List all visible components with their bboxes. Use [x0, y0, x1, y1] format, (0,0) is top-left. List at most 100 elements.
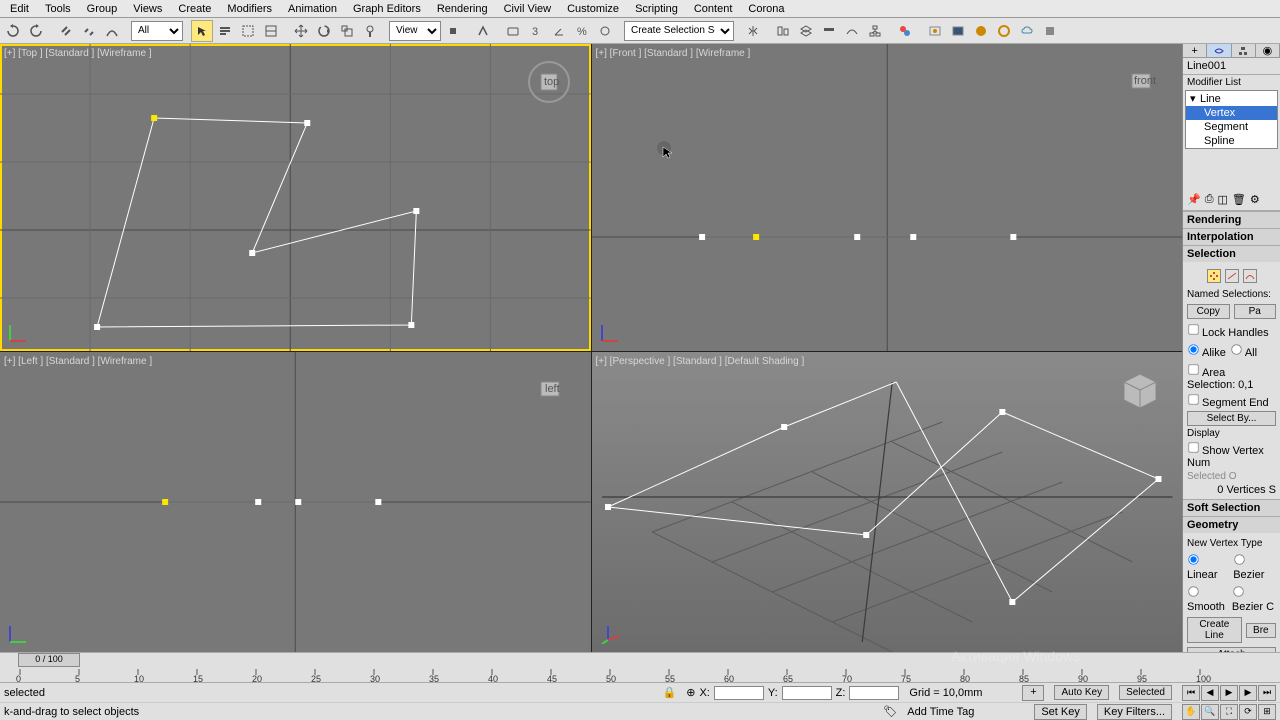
viewport-left[interactable]: [+] [Left ] [Standard ] [Wireframe ] lef… — [0, 352, 591, 652]
select-region-icon[interactable] — [237, 20, 259, 42]
area-selection-checkbox[interactable]: Area Selection: 0,1 — [1187, 363, 1276, 391]
modify-tab-icon[interactable] — [1207, 44, 1231, 57]
render-production-icon[interactable] — [970, 20, 992, 42]
render-last-icon[interactable] — [1039, 20, 1061, 42]
menu-corona[interactable]: Corona — [740, 1, 792, 17]
select-object-icon[interactable] — [191, 20, 213, 42]
undo-icon[interactable] — [2, 20, 24, 42]
viewcube-icon[interactable]: top — [527, 60, 571, 104]
schematic-view-icon[interactable] — [864, 20, 886, 42]
select-by-button[interactable]: Select By... — [1187, 411, 1276, 426]
timeline-ruler[interactable]: 0510152025303540455055606570758085909510… — [0, 669, 1280, 683]
time-slider[interactable]: 0 / 100 — [18, 653, 80, 667]
next-frame-icon[interactable]: ▶ — [1239, 685, 1257, 701]
key-filters-button[interactable]: Key Filters... — [1097, 704, 1172, 720]
rollout-geometry[interactable]: Geometry — [1183, 517, 1280, 533]
smooth-radio[interactable]: Smooth — [1187, 585, 1228, 613]
select-move-icon[interactable] — [290, 20, 312, 42]
menu-customize[interactable]: Customize — [559, 1, 627, 17]
lock-handles-checkbox[interactable]: Lock Handles — [1187, 323, 1276, 339]
menu-graph-editors[interactable]: Graph Editors — [345, 1, 429, 17]
hierarchy-tab-icon[interactable] — [1232, 44, 1256, 57]
auto-key-button[interactable]: Auto Key — [1054, 685, 1109, 700]
snap-toggle-icon[interactable]: 3 — [525, 20, 547, 42]
create-tab-icon[interactable]: + — [1183, 44, 1207, 57]
rollout-interpolation[interactable]: Interpolation — [1183, 229, 1280, 245]
named-selection-dropdown[interactable]: Create Selection Se — [624, 21, 734, 41]
viewport-persp-label[interactable]: [+] [Perspective ] [Standard ] [Default … — [596, 356, 805, 367]
stack-spline[interactable]: Spline — [1186, 134, 1277, 148]
segment-end-checkbox[interactable]: Segment End — [1187, 393, 1276, 409]
viewport-front[interactable]: [+] [Front ] [Standard ] [Wireframe ] fr… — [592, 44, 1183, 351]
viewport-front-label[interactable]: [+] [Front ] [Standard ] [Wireframe ] — [596, 48, 751, 59]
coord-mode-icon[interactable]: ⊕ — [686, 686, 695, 699]
menu-rendering[interactable]: Rendering — [429, 1, 496, 17]
goto-end-icon[interactable]: ⏭ — [1258, 685, 1276, 701]
menu-edit[interactable]: Edit — [2, 1, 37, 17]
menu-scripting[interactable]: Scripting — [627, 1, 686, 17]
select-by-name-icon[interactable] — [214, 20, 236, 42]
spinner-snap-icon[interactable] — [594, 20, 616, 42]
all-radio[interactable]: All — [1230, 343, 1257, 359]
viewcube-icon[interactable] — [1118, 368, 1162, 412]
render-setup-icon[interactable] — [924, 20, 946, 42]
segment-subobj-icon[interactable] — [1225, 269, 1239, 283]
align-icon[interactable] — [772, 20, 794, 42]
linear-radio[interactable]: Linear — [1187, 553, 1229, 581]
use-center-icon[interactable] — [442, 20, 464, 42]
ribbon-toggle-icon[interactable] — [818, 20, 840, 42]
viewcube-icon[interactable]: left — [527, 368, 571, 412]
select-place-icon[interactable] — [359, 20, 381, 42]
viewport-top[interactable]: [+] [Top ] [Standard ] [Wireframe ] — [0, 44, 591, 351]
menu-views[interactable]: Views — [125, 1, 170, 17]
select-scale-icon[interactable] — [336, 20, 358, 42]
stack-segment[interactable]: Segment — [1186, 120, 1277, 134]
bind-icon[interactable] — [101, 20, 123, 42]
remove-modifier-icon[interactable]: 🗑 — [1232, 193, 1246, 206]
set-key-button[interactable]: Set Key — [1034, 704, 1087, 720]
paste-selection-button[interactable]: Pa — [1234, 304, 1277, 319]
select-manipulate-icon[interactable] — [472, 20, 494, 42]
redo-icon[interactable] — [25, 20, 47, 42]
orbit-icon[interactable]: ⟳ — [1239, 704, 1257, 720]
viewport-top-label[interactable]: [+] [Top ] [Standard ] [Wireframe ] — [4, 48, 152, 59]
viewcube-icon[interactable]: front — [1118, 60, 1162, 104]
show-end-result-icon[interactable]: ⎙ — [1205, 193, 1214, 206]
stack-line[interactable]: ▾Line — [1186, 91, 1277, 106]
link-icon[interactable] — [55, 20, 77, 42]
time-tag-icon[interactable]: 🏷 — [883, 705, 897, 718]
menu-animation[interactable]: Animation — [280, 1, 345, 17]
maximize-viewport-icon[interactable]: ⊞ — [1258, 704, 1276, 720]
show-vertex-num-checkbox[interactable]: Show Vertex Num — [1187, 441, 1276, 469]
rollout-soft-selection[interactable]: Soft Selection — [1183, 500, 1280, 516]
pan-view-icon[interactable]: ✋ — [1182, 704, 1200, 720]
copy-selection-button[interactable]: Copy — [1187, 304, 1230, 319]
viewport-perspective[interactable]: [+] [Perspective ] [Standard ] [Default … — [592, 352, 1183, 652]
ref-coord-dropdown[interactable]: View — [389, 21, 441, 41]
curve-editor-icon[interactable] — [841, 20, 863, 42]
render-iterative-icon[interactable] — [993, 20, 1015, 42]
object-name-field[interactable]: Line001 — [1183, 58, 1280, 75]
rollout-rendering[interactable]: Rendering — [1183, 212, 1280, 228]
unlink-icon[interactable] — [78, 20, 100, 42]
set-key-big-icon[interactable]: + — [1022, 685, 1044, 701]
select-rotate-icon[interactable] — [313, 20, 335, 42]
play-icon[interactable]: ▶ — [1220, 685, 1238, 701]
prev-frame-icon[interactable]: ◀ — [1201, 685, 1219, 701]
rendered-frame-icon[interactable] — [947, 20, 969, 42]
selection-filter-dropdown[interactable]: All — [131, 21, 183, 41]
timeline[interactable]: 0 / 100 05101520253035404550556065707580… — [0, 652, 1280, 682]
mirror-icon[interactable] — [742, 20, 764, 42]
menu-group[interactable]: Group — [79, 1, 126, 17]
pin-stack-icon[interactable]: 📌 — [1187, 193, 1201, 206]
viewport-left-label[interactable]: [+] [Left ] [Standard ] [Wireframe ] — [4, 356, 152, 367]
alike-radio[interactable]: Alike — [1187, 343, 1226, 359]
menu-content[interactable]: Content — [686, 1, 741, 17]
menu-civil-view[interactable]: Civil View — [496, 1, 559, 17]
bezier-radio[interactable]: Bezier — [1233, 553, 1276, 581]
configure-sets-icon[interactable]: ⚙ — [1250, 193, 1260, 206]
make-unique-icon[interactable]: ◫ — [1218, 193, 1228, 206]
stack-vertex[interactable]: Vertex — [1186, 106, 1277, 120]
menu-modifiers[interactable]: Modifiers — [219, 1, 280, 17]
lock-selection-icon[interactable]: 🔒 — [663, 686, 677, 699]
